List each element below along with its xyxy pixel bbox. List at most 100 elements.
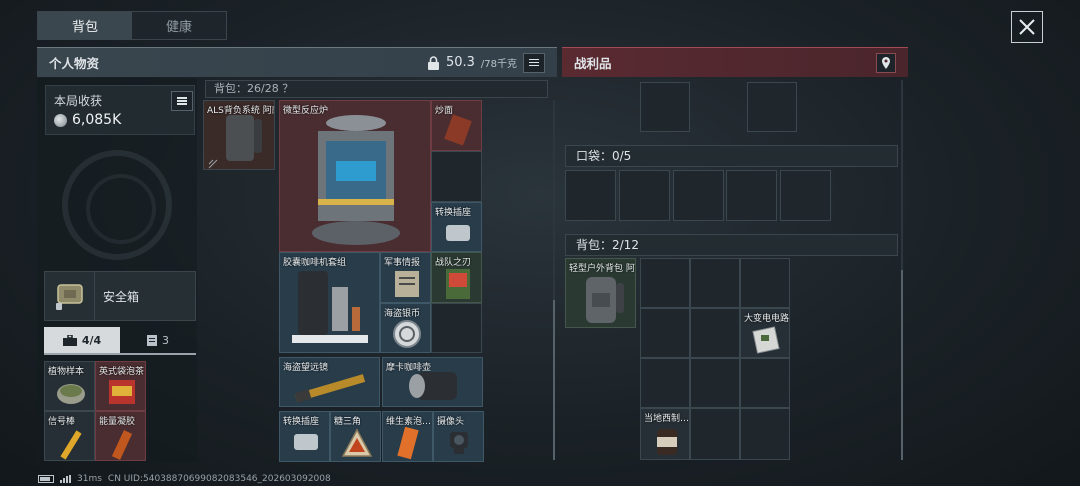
intel-document-icon (395, 271, 419, 297)
safebox-item[interactable]: 植物样本 (44, 361, 95, 411)
harvest-title: 本局收获 (54, 94, 103, 108)
personal-title: 个人物资 (49, 56, 100, 71)
backpack-item[interactable]: 战队之刃 (431, 252, 482, 303)
backpack-item[interactable]: 维生素泡… (382, 411, 433, 462)
triangle-candy-icon (341, 428, 373, 457)
safebox-item[interactable]: 英式袋泡茶 (95, 361, 146, 411)
latency-text: 31ms (77, 474, 102, 484)
vitamin-tablet-icon (397, 426, 419, 460)
subtab-toolbox-count: 4/4 (81, 333, 102, 347)
power-adapter-icon (446, 225, 470, 241)
lock-weight-icon (427, 55, 439, 70)
coffee-jar-icon (657, 429, 677, 455)
loot-pocket-slot (726, 170, 777, 221)
backpack-item[interactable]: 摩卡咖啡壶 (382, 357, 483, 407)
backpack-capacity-header: 背包：26/28 ？ (205, 80, 548, 98)
loot-empty-slot (747, 82, 797, 132)
backpack-item[interactable]: 糖三角 (330, 411, 381, 462)
item-name: 能量凝胶 (99, 417, 136, 427)
map-pin-icon (882, 56, 890, 69)
battery-icon (38, 475, 54, 483)
item-name: 植物样本 (48, 367, 85, 377)
item-name: 英式袋泡茶 (99, 367, 145, 377)
close-button[interactable] (1011, 11, 1043, 43)
item-name: 轻型户外背包 阿萨拉… (569, 264, 635, 274)
loot-scrollbar-thumb[interactable] (901, 270, 903, 460)
loot-empty-slot (690, 358, 740, 408)
item-name: 战队之刃 (435, 258, 472, 268)
clipboard-icon (147, 335, 157, 346)
signal-stick-icon (60, 430, 82, 460)
loot-pocket-slot (565, 170, 616, 221)
item-name: ALS背负系统 阿萨拉… (207, 106, 274, 116)
item-name: 信号棒 (48, 417, 76, 427)
safebox-slot[interactable]: 安全箱 (44, 271, 196, 321)
circuit-board-icon (752, 326, 780, 354)
loot-pocket-slot (673, 170, 724, 221)
subtab-clipboard[interactable]: 3 (120, 327, 196, 353)
backpack-item[interactable]: 海盗望远镜 (279, 357, 380, 407)
subtab-toolbox[interactable]: 4/4 (44, 327, 120, 353)
list-icon (177, 100, 187, 102)
tab-backpack[interactable]: 背包 (38, 12, 132, 39)
loot-empty-slot (690, 308, 740, 358)
noodles-icon (444, 114, 472, 146)
telescope-icon (294, 374, 366, 403)
faction-emblem (62, 150, 172, 260)
loot-location-button[interactable] (876, 52, 896, 73)
item-name: 摩卡咖啡壶 (386, 363, 432, 373)
safebox-subtabs: 4/4 3 (44, 327, 196, 355)
backpack-item[interactable]: 转换插座 (279, 411, 330, 462)
personal-sort-button[interactable] (523, 52, 545, 73)
backpack-scrollbar-thumb[interactable] (553, 300, 555, 460)
tea-box-icon (109, 380, 135, 404)
power-adapter-icon (294, 434, 318, 450)
resize-icon (208, 159, 218, 169)
uid-text: CN UID:54038870699082083546_202603092008 (107, 474, 331, 484)
light-backpack-icon (586, 277, 624, 323)
backpack-empty-slot (431, 151, 482, 202)
close-icon (1019, 19, 1035, 35)
item-name: 当地西制… (644, 414, 690, 424)
backpack-item[interactable]: 胶囊咖啡机套组 (279, 252, 380, 353)
loot-empty-slot (740, 258, 790, 308)
backpack-item[interactable]: 微型反应炉 (279, 100, 431, 252)
weight-indicator: 50.3/78千克 (427, 52, 545, 73)
item-name: 军事情报 (384, 258, 421, 268)
item-name: 转换插座 (435, 208, 472, 218)
loot-pocket-slot (619, 170, 670, 221)
loot-empty-slot (690, 258, 740, 308)
loot-item[interactable]: 当地西制… (640, 408, 690, 460)
safebox-icon-slot (45, 272, 95, 320)
safebox-item[interactable]: 信号棒 (44, 411, 95, 461)
backpack-equipped-slot[interactable]: ALS背负系统 阿萨拉… (203, 100, 275, 170)
backpack-rig-icon (226, 115, 262, 161)
loot-empty-slot (640, 358, 690, 408)
list-icon (529, 61, 539, 64)
safebox-item[interactable]: 能量凝胶 (95, 411, 146, 461)
item-name: 炒面 (435, 106, 454, 116)
item-name: 转换插座 (283, 417, 320, 427)
backpack-item[interactable]: 海盗银币 (380, 303, 431, 353)
item-name: 摄像头 (437, 417, 465, 427)
item-name: 海盗望远镜 (283, 363, 329, 373)
loot-empty-slot (740, 358, 790, 408)
harvest-list-button[interactable] (171, 91, 193, 111)
energy-gel-icon (111, 430, 133, 460)
team-blade-card-icon (446, 269, 470, 299)
backpack-item[interactable]: 军事情报 (380, 252, 431, 303)
backpack-item[interactable]: 转换插座 (431, 202, 482, 252)
harvest-value: 6,085K (72, 112, 122, 128)
loot-backpack-header: 背包：2/12 (565, 234, 898, 256)
personal-panel-header: 个人物资 50.3/78千克 (37, 47, 557, 77)
loot-empty-slot (690, 408, 740, 460)
top-tabs: 背包 健康 (37, 11, 227, 40)
backpack-item[interactable]: 炒面 (431, 100, 482, 151)
backpack-item[interactable]: 摄像头 (433, 411, 484, 462)
tab-health[interactable]: 健康 (132, 12, 226, 39)
loot-item[interactable]: 大变电电路 (740, 308, 790, 358)
loot-backpack-slot[interactable]: 轻型户外背包 阿萨拉… (565, 258, 636, 328)
coffee-machine-icon (292, 271, 368, 343)
item-name: 胶囊咖啡机套组 (283, 258, 347, 268)
item-name: 海盗银币 (384, 309, 421, 319)
